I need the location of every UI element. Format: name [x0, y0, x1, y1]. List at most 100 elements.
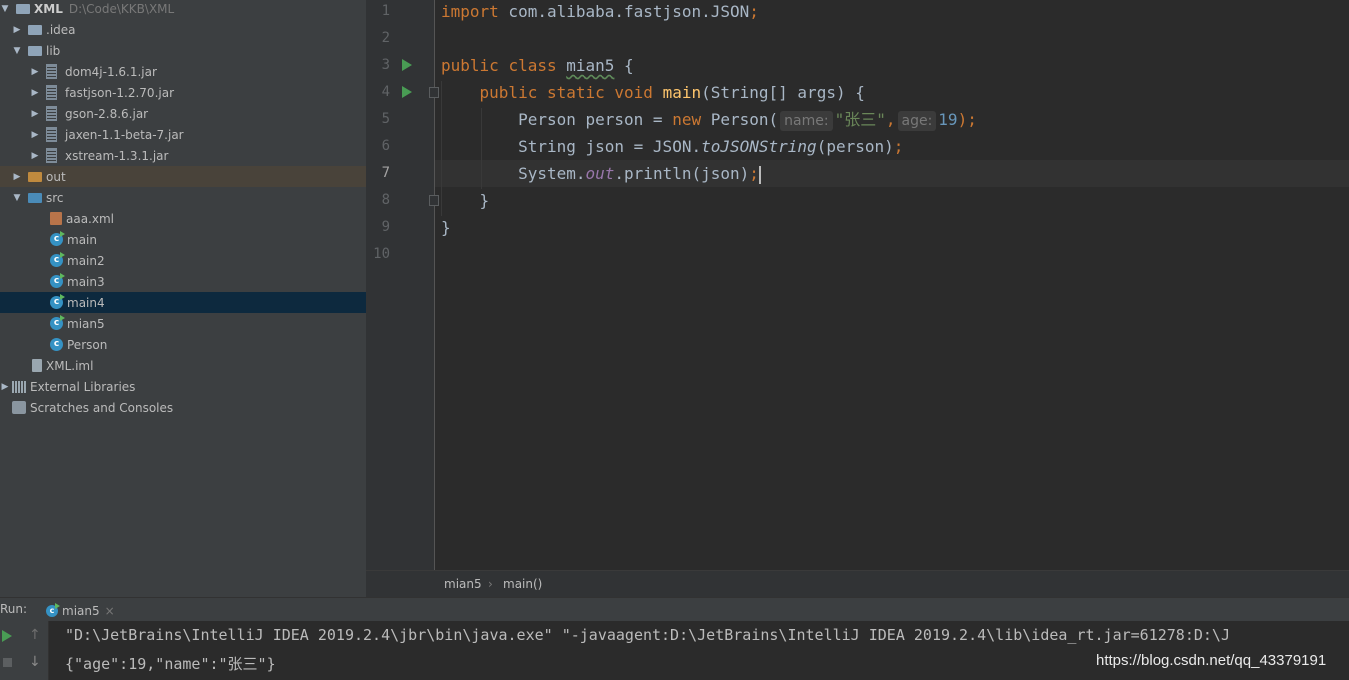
code-line-1: import com.alibaba.fastjson.JSON; — [441, 0, 759, 25]
run-panel-header: Run: c mian5 × — [0, 597, 1349, 625]
param-hint-name: name: — [780, 111, 833, 131]
tree-item-person[interactable]: c Person — [0, 334, 416, 355]
tree-root-xml[interactable]: ▼ XML D:\Code\KKB\XML — [0, 0, 366, 19]
chevron-right-icon[interactable]: ▶ — [30, 130, 40, 140]
runnable-class-icon: c — [50, 315, 65, 330]
line-number: 3 — [381, 57, 390, 73]
param-hint-age: age: — [897, 111, 937, 131]
tree-item-label: main4 — [67, 295, 105, 310]
fold-marker-icon[interactable] — [429, 195, 439, 206]
comma: , — [885, 110, 896, 129]
tree-item-fastjson[interactable]: ▶ fastjson-1.2.70.jar — [0, 82, 396, 103]
tree-item-label: lib — [46, 43, 61, 58]
code-line-5: Person person = new Person(name: "张三", age… — [441, 106, 977, 133]
breadcrumb-separator: › — [488, 577, 493, 591]
tree-item-label: gson-2.8.6.jar — [65, 106, 149, 121]
tree-item-label: External Libraries — [30, 379, 136, 394]
semicolon: ; — [893, 137, 904, 156]
run-toolbar: ↑ ↓ — [0, 621, 49, 680]
run-main-gutter-icon[interactable] — [402, 86, 412, 98]
tree-item-label: main2 — [67, 253, 105, 268]
chevron-right-icon[interactable]: ▶ — [12, 172, 22, 182]
method-name: main — [662, 83, 702, 102]
jar-icon — [46, 127, 57, 142]
tree-item-src[interactable]: ▼ src — [0, 187, 378, 208]
jar-icon — [46, 148, 57, 163]
semicolon: ; — [749, 164, 759, 183]
tree-item-gson[interactable]: ▶ gson-2.8.6.jar — [0, 103, 396, 124]
runnable-class-icon: c — [50, 273, 65, 288]
code-line-9: } — [441, 214, 451, 241]
chevron-right-icon[interactable]: ▶ — [0, 382, 10, 392]
tree-item-label: jaxen-1.1-beta-7.jar — [65, 127, 184, 142]
stop-icon[interactable] — [3, 658, 12, 667]
console-line-command: "D:\JetBrains\IntelliJ IDEA 2019.2.4\jbr… — [65, 626, 1230, 644]
tree-item-label: Person — [67, 337, 108, 352]
arrow-up-icon[interactable]: ↑ — [29, 627, 41, 643]
code-text: Person person = — [518, 110, 673, 129]
tree-item-main[interactable]: c main — [0, 229, 416, 250]
keyword: import — [441, 2, 499, 21]
chevron-right-icon[interactable]: ▶ — [30, 151, 40, 161]
chevron-right-icon[interactable]: ▶ — [30, 109, 40, 119]
run-tab-label: mian5 — [62, 604, 100, 618]
console-line-output: {"age":19,"name":"张三"} — [65, 655, 276, 673]
fold-marker-icon[interactable] — [429, 87, 439, 98]
runnable-class-icon: c — [50, 231, 65, 246]
chevron-down-icon[interactable]: ▼ — [0, 4, 10, 14]
code-line-8: } — [441, 187, 490, 214]
tree-item-dom4j[interactable]: ▶ dom4j-1.6.1.jar — [0, 61, 396, 82]
tree-item-lib[interactable]: ▼ lib — [0, 40, 378, 61]
arrow-down-icon[interactable]: ↓ — [29, 654, 41, 670]
code-text: String json = JSON. — [518, 137, 702, 156]
tree-item-scratches[interactable]: Scratches and Consoles — [0, 397, 378, 418]
keyword: public — [441, 56, 499, 75]
code-text: { — [614, 56, 634, 75]
source-folder-icon — [28, 193, 42, 203]
class-icon: c — [50, 338, 63, 351]
runnable-class-icon: c — [50, 252, 65, 267]
tree-item-label: XML.iml — [46, 358, 94, 373]
breadcrumb: mian5 › main() — [366, 570, 1349, 598]
breadcrumb-class[interactable]: mian5 — [444, 577, 482, 591]
close-icon[interactable]: × — [105, 604, 115, 618]
runnable-class-icon: c — [50, 294, 65, 309]
tree-item-jaxen[interactable]: ▶ jaxen-1.1-beta-7.jar — [0, 124, 396, 145]
line-number: 9 — [381, 219, 390, 235]
iml-file-icon — [32, 359, 42, 372]
chevron-right-icon[interactable]: ▶ — [30, 67, 40, 77]
static-field: out — [585, 164, 615, 183]
tree-item-aaa-xml[interactable]: aaa.xml — [0, 208, 416, 229]
keyword: public static void — [479, 83, 653, 102]
tree-item-label: main — [67, 232, 97, 247]
xml-file-icon — [50, 212, 62, 225]
tree-item-main4[interactable]: c main4 — [0, 292, 416, 313]
text-caret — [758, 165, 761, 184]
class-name: mian5 — [566, 56, 615, 75]
tree-item-main2[interactable]: c main2 — [0, 250, 416, 271]
tree-item-label: out — [46, 169, 66, 184]
code-text: } — [441, 218, 451, 237]
number-literal: 19 — [938, 110, 958, 129]
jar-icon — [46, 85, 57, 100]
chevron-right-icon[interactable]: ▶ — [12, 25, 22, 35]
module-folder-icon — [16, 4, 30, 14]
tree-item-label: src — [46, 190, 64, 205]
chevron-down-icon[interactable]: ▼ — [12, 193, 22, 203]
breadcrumb-method[interactable]: main() — [503, 577, 542, 591]
tree-item-xstream[interactable]: ▶ xstream-1.3.1.jar — [0, 145, 396, 166]
rerun-icon[interactable] — [2, 630, 12, 642]
tree-item-mian5[interactable]: c mian5 — [0, 313, 416, 334]
tree-item-out[interactable]: ▶ out — [0, 166, 378, 187]
line-number: 6 — [381, 138, 390, 154]
runnable-class-icon: c — [46, 603, 60, 617]
tree-item-external-libraries[interactable]: ▶ External Libraries — [0, 376, 366, 397]
tree-item-main3[interactable]: c main3 — [0, 271, 416, 292]
run-class-gutter-icon[interactable] — [402, 59, 412, 71]
chevron-right-icon[interactable]: ▶ — [30, 88, 40, 98]
project-tree[interactable]: ▼ XML D:\Code\KKB\XML ▶ .idea ▼ lib ▶ do… — [0, 0, 416, 597]
tree-item-xml-iml[interactable]: XML.iml — [0, 355, 398, 376]
tree-item-idea[interactable]: ▶ .idea — [0, 19, 378, 40]
chevron-down-icon[interactable]: ▼ — [12, 46, 22, 56]
tree-item-label: Scratches and Consoles — [30, 400, 174, 415]
